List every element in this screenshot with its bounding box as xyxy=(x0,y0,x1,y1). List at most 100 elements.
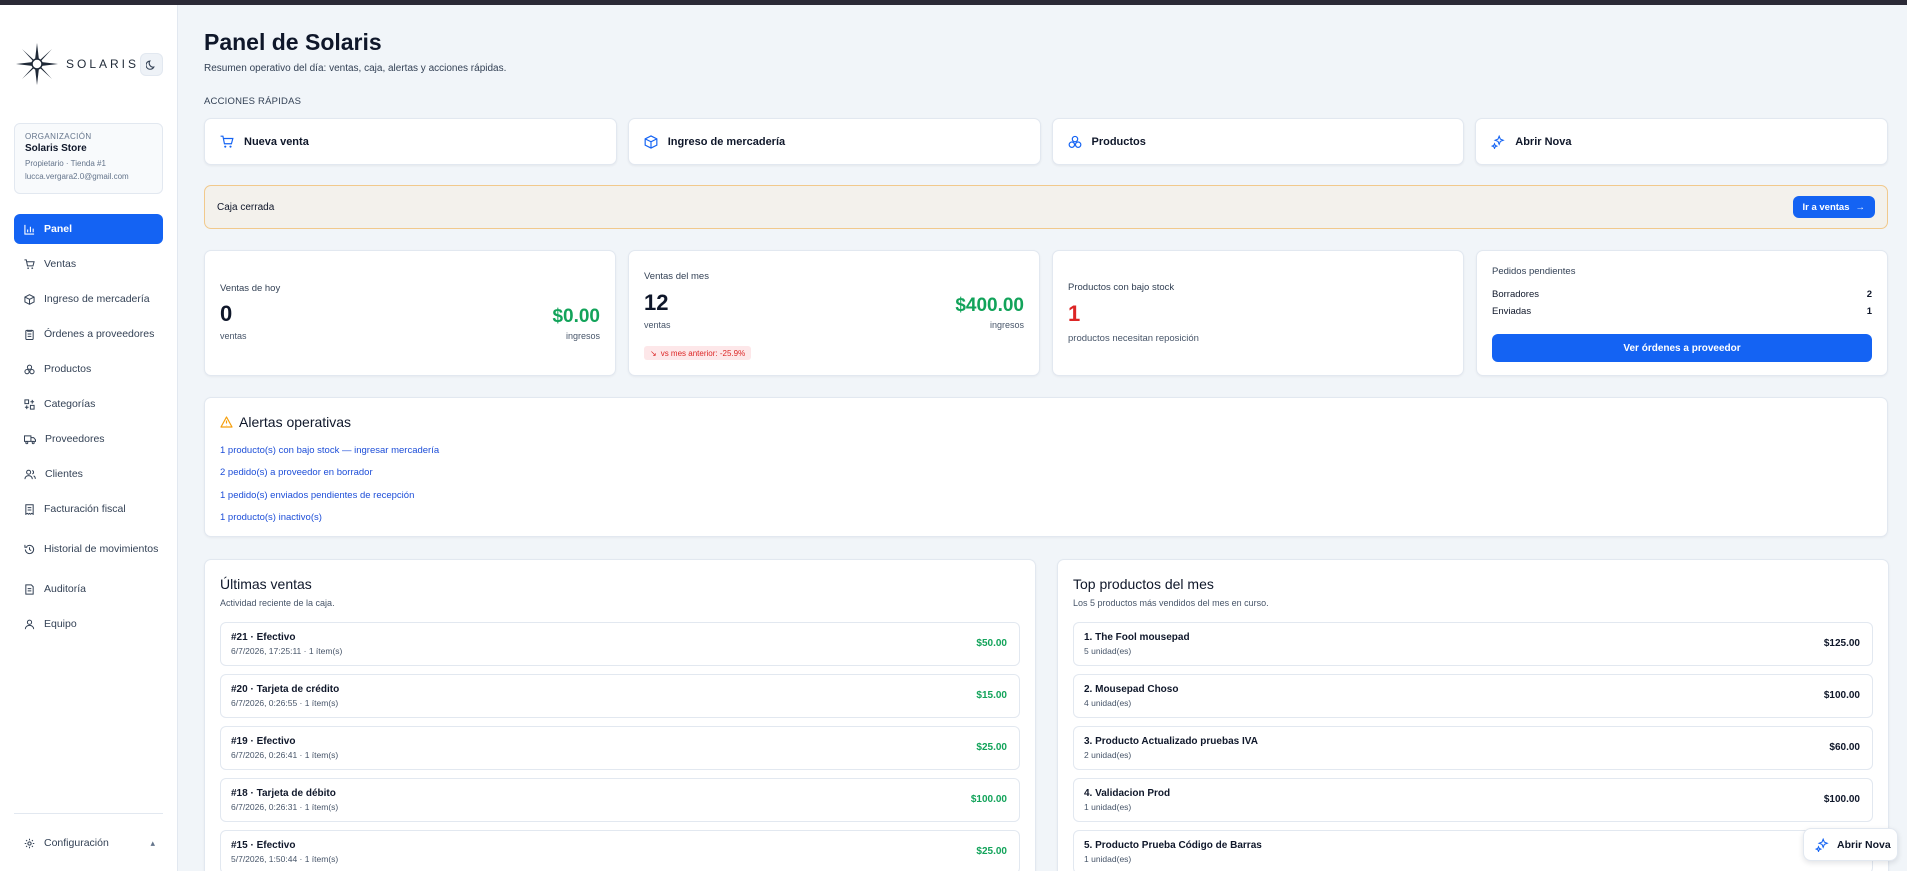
sale-meta: 5/7/2026, 1:50:44 · 1 ítem(s) xyxy=(231,854,339,864)
product-title: 2. Mousepad Choso xyxy=(1084,684,1179,695)
page-title: Panel de Solaris xyxy=(204,29,382,55)
product-meta: 1 unidad(es) xyxy=(1084,854,1132,864)
pending-row-label: Borradores xyxy=(1492,289,1539,300)
product-meta: 4 unidad(es) xyxy=(1084,698,1132,708)
pending-row-value: 1 xyxy=(1866,306,1872,317)
alert-link-inactive-products[interactable]: 1 producto(s) inactivo(s) xyxy=(220,512,322,523)
product-amount: $100.00 xyxy=(1823,690,1860,701)
view-supplier-orders-button[interactable]: Ver órdenes a proveedor xyxy=(1492,334,1872,362)
sale-amount: $50.00 xyxy=(976,638,1007,649)
sale-meta: 6/7/2026, 17:25:11 · 1 ítem(s) xyxy=(231,646,343,656)
package-icon xyxy=(644,134,658,149)
cash-status-banner: Caja cerrada Ir a ventas → xyxy=(204,185,1888,229)
sidebar-item-productos[interactable]: Productos xyxy=(14,354,163,384)
sidebar-item-label: Ventas xyxy=(44,258,77,270)
quick-action-productos[interactable]: Productos xyxy=(1051,118,1465,165)
alert-link-low-stock[interactable]: 1 producto(s) con bajo stock — ingresar … xyxy=(220,445,439,456)
go-to-sales-label: Ir a ventas xyxy=(1802,201,1850,213)
sale-amount: $15.00 xyxy=(976,690,1007,701)
stat-count: 0 xyxy=(220,301,233,326)
panel-title: Top productos del mes xyxy=(1073,576,1214,592)
stats-row: Ventas de hoy 0 ventas $0.00 ingresos Ve… xyxy=(204,250,1888,376)
sidebar-item-configuracion[interactable]: Configuración ▴ xyxy=(14,832,163,854)
quick-actions-label: ACCIONES RÁPIDAS xyxy=(204,96,302,107)
pending-row-sent: Enviadas 1 xyxy=(1492,306,1872,317)
moon-icon xyxy=(146,60,155,70)
config-label: Configuración xyxy=(44,837,109,849)
product-amount: $125.00 xyxy=(1823,638,1860,649)
cart-icon xyxy=(24,258,35,269)
sale-title: #21 · Efectivo xyxy=(231,632,296,643)
sidebar-item-facturacion-fiscal[interactable]: Facturación fiscal xyxy=(14,494,163,524)
sale-title: #15 · Efectivo xyxy=(231,840,296,851)
sidebar-item-label: Ingreso de mercadería xyxy=(44,293,150,305)
alert-link-sent-orders[interactable]: 1 pedido(s) enviados pendientes de recep… xyxy=(220,490,414,501)
quick-actions: Nueva venta Ingreso de mercadería Produc… xyxy=(204,118,1888,165)
sidebar-item-historial-movimientos[interactable]: Historial de movimientos xyxy=(14,529,163,569)
product-row[interactable]: 4. Validacion Prod 1 unidad(es) $100.00 xyxy=(1073,778,1873,822)
sidebar-item-categorias[interactable]: Categorías xyxy=(14,389,163,419)
sale-title: #19 · Efectivo xyxy=(231,736,296,747)
sale-title: #18 · Tarjeta de débito xyxy=(231,788,336,799)
product-meta: 5 unidad(es) xyxy=(1084,646,1132,656)
stat-amount: $0.00 xyxy=(552,306,600,327)
boxes-icon xyxy=(24,364,35,374)
product-meta: 1 unidad(es) xyxy=(1084,802,1132,812)
sale-row[interactable]: #20 · Tarjeta de crédito 6/7/2026, 0:26:… xyxy=(220,674,1020,718)
open-nova-floating-button[interactable]: Abrir Nova xyxy=(1803,828,1898,861)
sale-row[interactable]: #19 · Efectivo 6/7/2026, 0:26:41 · 1 íte… xyxy=(220,726,1020,770)
alert-link-draft-orders[interactable]: 2 pedido(s) a proveedor en borrador xyxy=(220,467,373,478)
cash-status-text: Caja cerrada xyxy=(217,201,275,213)
sale-meta: 6/7/2026, 0:26:41 · 1 ítem(s) xyxy=(231,750,339,760)
cart-icon xyxy=(220,135,234,148)
quick-action-nueva-venta[interactable]: Nueva venta xyxy=(204,118,617,165)
stat-label: Pedidos pendientes xyxy=(1492,266,1576,277)
product-row[interactable]: 2. Mousepad Choso 4 unidad(es) $100.00 xyxy=(1073,674,1873,718)
product-title: 5. Producto Prueba Código de Barras xyxy=(1084,840,1262,851)
theme-toggle-button[interactable] xyxy=(140,53,163,76)
alerts-title-text: Alertas operativas xyxy=(239,414,352,430)
sidebar-item-auditoria[interactable]: Auditoría xyxy=(14,574,163,604)
go-to-sales-button[interactable]: Ir a ventas → xyxy=(1792,196,1875,218)
organization-card[interactable]: ORGANIZACIÓN Solaris Store Propietario ·… xyxy=(14,123,163,194)
sidebar-item-label: Proveedores xyxy=(45,433,105,445)
sidebar-item-ventas[interactable]: Ventas xyxy=(14,249,163,279)
product-row[interactable]: 5. Producto Prueba Código de Barras 1 un… xyxy=(1073,830,1873,871)
panel-subtitle: Actividad reciente de la caja. xyxy=(220,598,335,608)
brand-logo[interactable]: SOLARIS xyxy=(16,43,139,85)
trend-down-icon: ↘ xyxy=(650,348,657,358)
organization-role: Propietario · Tienda #1 xyxy=(25,159,106,168)
trend-badge: ↘ vs mes anterior: -25.9% xyxy=(644,346,752,360)
quick-action-ingreso-mercaderia[interactable]: Ingreso de mercadería xyxy=(627,118,1041,165)
organization-email: lucca.vergara2.0@gmail.com xyxy=(25,172,129,181)
recent-sales-panel: Últimas ventas Actividad reciente de la … xyxy=(204,559,1036,871)
sidebar-item-panel[interactable]: Panel xyxy=(14,214,163,244)
window-top-bar xyxy=(0,0,1907,5)
product-title: 4. Validacion Prod xyxy=(1084,788,1171,799)
panel-title: Últimas ventas xyxy=(220,576,312,592)
solaris-sun-icon xyxy=(16,43,58,85)
product-row[interactable]: 1. The Fool mousepad 5 unidad(es) $125.0… xyxy=(1073,622,1873,666)
sidebar-item-equipo[interactable]: Equipo xyxy=(14,609,163,639)
sale-row[interactable]: #21 · Efectivo 6/7/2026, 17:25:11 · 1 ít… xyxy=(220,622,1020,666)
sidebar-item-ordenes-proveedores[interactable]: Órdenes a proveedores xyxy=(14,319,163,349)
trend-text: vs mes anterior: -25.9% xyxy=(660,348,746,358)
stat-card-pending-orders: Pedidos pendientes Borradores 2 Enviadas… xyxy=(1476,250,1888,376)
sale-row[interactable]: #15 · Efectivo 5/7/2026, 1:50:44 · 1 íte… xyxy=(220,830,1020,871)
stat-card-today: Ventas de hoy 0 ventas $0.00 ingresos xyxy=(204,250,616,376)
quick-action-label: Productos xyxy=(1091,135,1146,148)
sparkles-icon xyxy=(1491,134,1505,149)
sidebar-item-label: Historial de movimientos xyxy=(44,543,159,555)
stat-count: 1 xyxy=(1068,301,1081,326)
sidebar-item-ingreso-mercaderia[interactable]: Ingreso de mercadería xyxy=(14,284,163,314)
sidebar-item-proveedores[interactable]: Proveedores xyxy=(14,424,163,454)
sidebar-item-label: Panel xyxy=(44,223,73,235)
pending-row-drafts: Borradores 2 xyxy=(1492,289,1872,300)
warning-icon xyxy=(220,416,233,428)
panel-subtitle: Los 5 productos más vendidos del mes en … xyxy=(1073,598,1269,608)
sale-amount: $25.00 xyxy=(976,846,1007,857)
sale-row[interactable]: #18 · Tarjeta de débito 6/7/2026, 0:26:3… xyxy=(220,778,1020,822)
sidebar-item-clientes[interactable]: Clientes xyxy=(14,459,163,489)
quick-action-abrir-nova[interactable]: Abrir Nova xyxy=(1475,118,1888,165)
product-row[interactable]: 3. Producto Actualizado pruebas IVA 2 un… xyxy=(1073,726,1873,770)
